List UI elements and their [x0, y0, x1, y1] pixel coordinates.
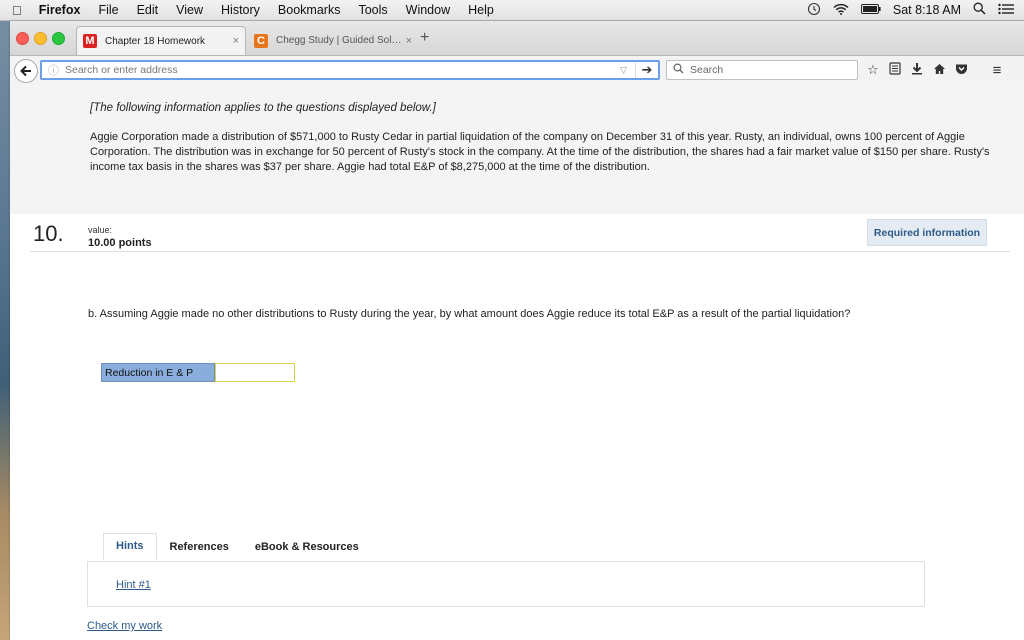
hint-1-link[interactable]: Hint #1	[116, 579, 151, 591]
macos-menubar:  Firefox File Edit View History Bookmar…	[0, 0, 1024, 21]
menu-help[interactable]: Help	[459, 3, 503, 17]
firefox-window: M Chapter 18 Homework × C Chegg Study | …	[10, 21, 1024, 640]
tab-hints[interactable]: Hints	[103, 533, 157, 560]
page-content: [The following information applies to th…	[10, 84, 1024, 640]
question-number: 10.	[33, 221, 64, 246]
mcgraw-hill-favicon-icon: M	[83, 34, 97, 48]
question-text: b. Assuming Aggie made no other distribu…	[88, 308, 851, 320]
tab-strip: M Chapter 18 Homework × C Chegg Study | …	[10, 21, 1024, 56]
points-value: 10.00 points	[88, 237, 152, 249]
menu-edit[interactable]: Edit	[128, 3, 168, 17]
dropdown-arrow-icon[interactable]: ▽	[620, 65, 627, 76]
close-window-button[interactable]	[16, 32, 29, 45]
address-bar[interactable]: ⓘ ▽ ➔	[40, 60, 660, 80]
downloads-icon[interactable]	[906, 62, 928, 78]
go-arrow-icon[interactable]: ➔	[635, 62, 658, 78]
home-icon[interactable]	[928, 63, 950, 78]
menu-history[interactable]: History	[212, 3, 269, 17]
menu-app-firefox[interactable]: Firefox	[30, 3, 90, 17]
check-my-work-link[interactable]: Check my work	[87, 620, 162, 632]
pocket-icon[interactable]	[950, 63, 972, 78]
time-machine-icon[interactable]	[801, 2, 827, 19]
close-tab-icon[interactable]: ×	[233, 35, 239, 47]
divider	[30, 251, 1010, 252]
tab-ebook-resources[interactable]: eBook & Resources	[242, 535, 372, 560]
answer-label: Reduction in E & P	[101, 363, 215, 382]
reduction-in-ep-input[interactable]	[215, 363, 295, 382]
battery-icon[interactable]	[855, 3, 887, 17]
menu-window[interactable]: Window	[397, 3, 459, 17]
apple-icon[interactable]: 	[0, 3, 30, 18]
hamburger-menu-icon[interactable]: ≡	[986, 62, 1008, 79]
required-info-panel: [The following information applies to th…	[10, 84, 1024, 214]
menubar-clock[interactable]: Sat 8:18 AM	[887, 3, 967, 17]
tab-title: Chapter 18 Homework	[105, 35, 206, 47]
menu-file[interactable]: File	[89, 3, 127, 17]
search-input[interactable]	[688, 63, 857, 77]
tab-chegg-study[interactable]: C Chegg Study | Guided Solut... ×	[248, 26, 418, 55]
minimize-window-button[interactable]	[34, 32, 47, 45]
answer-row: Reduction in E & P	[101, 363, 295, 382]
menu-view[interactable]: View	[167, 3, 212, 17]
info-intro: [The following information applies to th…	[90, 102, 436, 114]
back-arrow-icon	[20, 65, 31, 77]
search-bar[interactable]	[666, 60, 858, 80]
bookmark-star-icon[interactable]: ☆	[862, 62, 884, 78]
menu-tools[interactable]: Tools	[349, 3, 396, 17]
value-label: value:	[88, 225, 113, 235]
info-icon[interactable]: ⓘ	[48, 62, 59, 78]
required-information-button[interactable]: Required information	[867, 219, 987, 246]
tab-chapter-18-homework[interactable]: M Chapter 18 Homework ×	[76, 26, 246, 55]
toolbar-icons: ☆ ≡	[862, 59, 1008, 81]
info-body: Aggie Corporation made a distribution of…	[90, 131, 990, 173]
tab-title: Chegg Study | Guided Solut...	[276, 35, 402, 46]
new-tab-button[interactable]: +	[420, 29, 429, 47]
menu-bookmarks[interactable]: Bookmarks	[269, 3, 350, 17]
wifi-icon[interactable]	[827, 3, 855, 18]
hints-panel: Hint #1	[87, 561, 925, 607]
chegg-favicon-icon: C	[254, 33, 268, 48]
notification-center-icon[interactable]	[992, 3, 1024, 18]
resource-tabs: Hints References eBook & Resources	[103, 533, 372, 560]
reading-list-icon[interactable]	[884, 62, 906, 78]
navigation-toolbar: ⓘ ▽ ➔ ☆ ≡	[10, 56, 1024, 85]
search-icon	[673, 63, 684, 77]
back-button[interactable]	[14, 59, 38, 83]
address-input[interactable]	[63, 63, 621, 77]
tab-references[interactable]: References	[157, 535, 242, 560]
spotlight-search-icon[interactable]	[967, 2, 992, 18]
zoom-window-button[interactable]	[52, 32, 65, 45]
close-tab-icon[interactable]: ×	[406, 35, 412, 47]
